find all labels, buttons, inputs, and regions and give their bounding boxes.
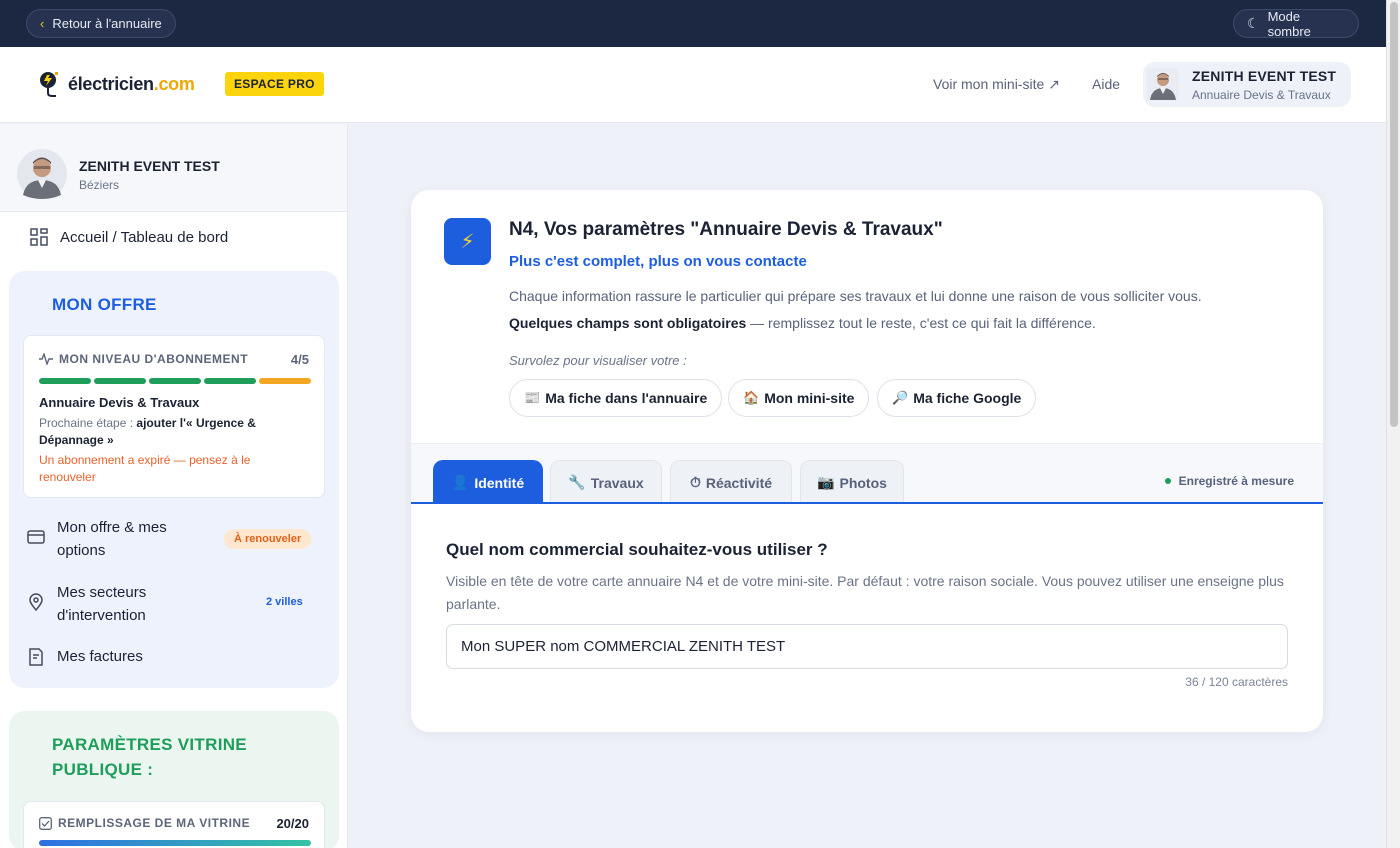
grid-icon: [30, 228, 48, 246]
subscription-level-card: MON NIVEAU D'ABONNEMENT 4/5 Annuaire Dev…: [23, 335, 325, 498]
subscription-level-bars: [39, 378, 311, 384]
scrollbar-thumb[interactable]: [1390, 2, 1398, 427]
sidebar-item-label: Accueil / Tableau de bord: [60, 228, 229, 246]
trade-name-help: Visible en tête de votre carte annuaire …: [446, 573, 1284, 612]
stopwatch-icon: ⏱: [689, 474, 701, 490]
preview-directory-listing-chip[interactable]: 📰 Ma fiche dans l'annuaire: [509, 379, 723, 417]
site-logo[interactable]: électricien.com: [38, 69, 195, 99]
public-showcase-panel: PARAMÈTRES VITRINE PUBLIQUE : REMPLISSAG…: [9, 711, 339, 848]
user-menu[interactable]: ZENITH EVENT TEST Annuaire Devis & Trava…: [1143, 62, 1351, 107]
tabs-underline: [411, 502, 1323, 504]
page-scrollbar[interactable]: [1386, 0, 1400, 848]
autosave-status: Enregistré à mesure: [1164, 474, 1294, 488]
expired-warning: Un abonnement a expiré — pensez à le ren…: [39, 453, 251, 484]
subscription-level-label: MON NIVEAU D'ABONNEMENT: [39, 352, 248, 366]
view-minisite-link[interactable]: Voir mon mini-site ↗: [933, 76, 1060, 93]
status-dot-icon: [1164, 478, 1171, 484]
moon-icon: ☾: [1247, 15, 1260, 31]
wrench-icon: 🔧: [568, 474, 586, 490]
level-segment: [39, 378, 91, 384]
plan-name: Annuaire Devis & Travaux: [39, 395, 200, 410]
page-subtitle: Plus c'est complet, plus on vous contact…: [509, 253, 807, 270]
chevron-left-icon: ‹: [40, 16, 45, 31]
map-pin-icon: [29, 593, 43, 611]
page-title: N4, Vos paramètres "Annuaire Devis & Tra…: [509, 219, 943, 240]
person-icon: 👤: [451, 474, 470, 490]
espace-pro-badge: ESPACE PRO: [225, 72, 324, 96]
settings-card: ⚡ N4, Vos paramètres "Annuaire Devis & T…: [411, 190, 1323, 732]
preview-google-listing-chip[interactable]: 🔎 Ma fiche Google: [877, 379, 1037, 417]
subscription-level-value: 4/5: [290, 352, 309, 367]
trade-name-question: Quel nom commercial souhaitez-vous utili…: [446, 540, 828, 559]
magnifier-icon: 🔎: [892, 390, 909, 405]
lightbulb-plug-icon: [40, 72, 58, 97]
hover-hint: Survolez pour visualiser votre :: [509, 353, 687, 368]
sidebar: ZENITH EVENT TEST Béziers Accueil / Tabl…: [0, 124, 348, 848]
sidebar-item-sectors[interactable]: Mes secteurs d'intervention: [27, 581, 197, 627]
user-name: ZENITH EVENT TEST: [1192, 68, 1337, 84]
avatar: [1147, 68, 1179, 100]
sidebar-item-label: Mon offre & mes options: [57, 519, 167, 559]
sidebar-item-dashboard[interactable]: Accueil / Tableau de bord: [30, 228, 228, 246]
profile-city: Béziers: [79, 178, 120, 192]
checkbox-icon: [39, 816, 52, 830]
activity-icon: [39, 353, 53, 365]
invoice-icon: [29, 647, 43, 666]
preview-minisite-chip[interactable]: 🏠 Mon mini-site: [728, 379, 870, 417]
tab-identity[interactable]: 👤 Identité: [433, 460, 543, 504]
level-segment: [94, 378, 146, 384]
dark-mode-label: Mode sombre: [1267, 8, 1311, 39]
sidebar-item-invoices[interactable]: Mes factures: [27, 645, 143, 668]
intro-paragraph: Chaque information rassure le particulie…: [509, 288, 1202, 304]
back-label: Retour à l'annuaire: [52, 16, 162, 31]
dark-mode-toggle[interactable]: ☾ Mode sombre: [1233, 8, 1359, 39]
next-step: Prochaine étape : ajouter l'« Urgence & …: [39, 416, 256, 447]
lightning-icon: ⚡: [444, 218, 491, 265]
tab-works[interactable]: 🔧 Travaux: [550, 460, 662, 504]
tab-reactivity[interactable]: ⏱ Réactivité: [670, 460, 792, 504]
logo-text: électricien.com: [68, 73, 195, 94]
back-to-directory-button[interactable]: ‹ Retour à l'annuaire: [26, 9, 176, 38]
showcase-fill-bar: [39, 840, 311, 846]
tab-photos[interactable]: 📷 Photos: [800, 460, 904, 504]
sidebar-item-label: Mes secteurs d'intervention: [57, 584, 147, 624]
camera-icon: 📷: [817, 474, 835, 490]
sidebar-item-label: Mes factures: [57, 648, 143, 665]
my-offer-title: MON OFFRE: [52, 295, 157, 314]
house-icon: 🏠: [743, 390, 760, 405]
credit-card-icon: [27, 530, 45, 544]
settings-tabs: 👤 Identité 🔧 Travaux ⏱ Réactivité 📷 Phot…: [411, 443, 1323, 504]
avatar: [17, 149, 67, 199]
level-segment: [149, 378, 201, 384]
public-showcase-title: PARAMÈTRES VITRINE PUBLIQUE :: [52, 735, 247, 779]
showcase-fill-card: REMPLISSAGE DE MA VITRINE 20/20: [23, 801, 325, 848]
sidebar-item-offer-options[interactable]: Mon offre & mes options: [27, 516, 197, 562]
char-counter: 36 / 120 caractères: [1185, 675, 1288, 689]
sidebar-profile: ZENITH EVENT TEST Béziers: [0, 124, 347, 212]
top-bar: ‹ Retour à l'annuaire ☾ Mode sombre: [0, 0, 1386, 47]
help-link[interactable]: Aide: [1092, 76, 1120, 92]
trade-name-input[interactable]: [446, 624, 1288, 669]
cities-count-badge: 2 villes: [266, 596, 303, 608]
renew-badge: À renouveler: [224, 529, 312, 549]
newspaper-icon: 📰: [524, 390, 541, 405]
header: électricien.com ESPACE PRO Voir mon mini…: [0, 47, 1386, 123]
level-segment: [204, 378, 256, 384]
showcase-fill-value: 20/20: [276, 816, 309, 831]
showcase-fill-label: REMPLISSAGE DE MA VITRINE: [39, 816, 250, 830]
profile-name: ZENITH EVENT TEST: [79, 158, 220, 174]
required-fields-note: Quelques champs sont obligatoires — remp…: [509, 315, 1096, 331]
level-segment: [259, 378, 311, 384]
user-plan: Annuaire Devis & Travaux: [1192, 88, 1331, 102]
